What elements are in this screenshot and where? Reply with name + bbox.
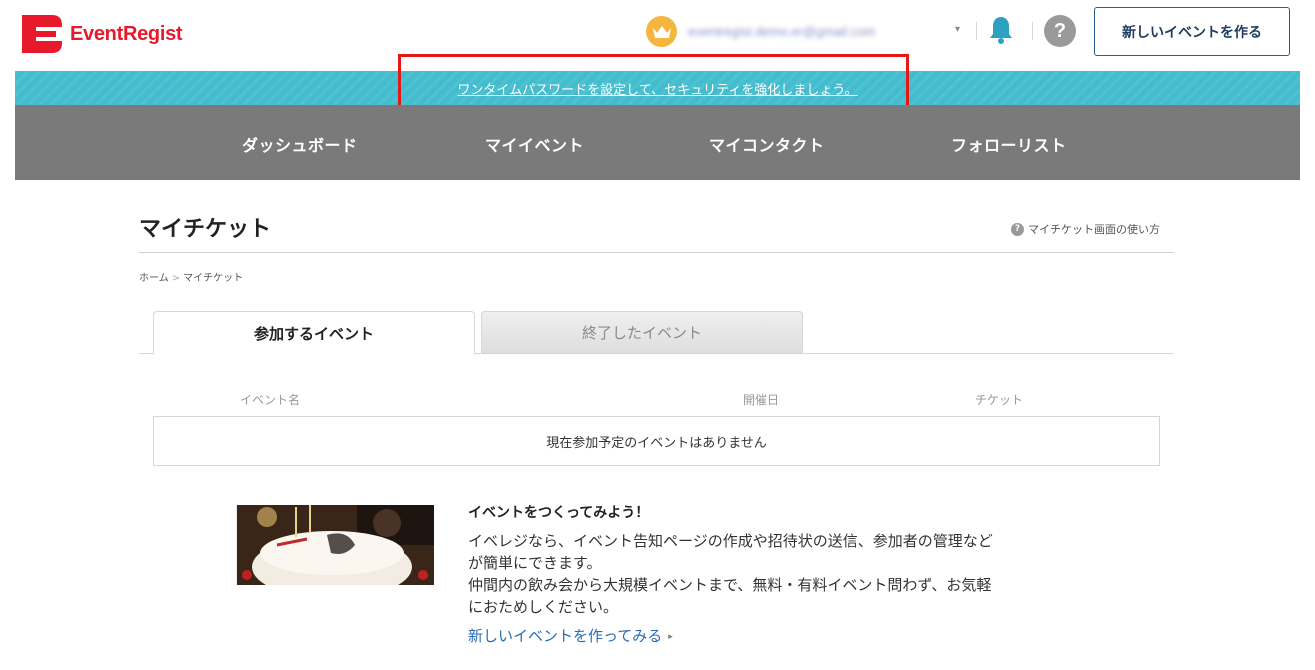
breadcrumb-separator: >	[171, 273, 181, 284]
breadcrumb-home[interactable]: ホーム	[139, 273, 169, 284]
otp-setup-link[interactable]: ワンタイムパスワードを設定して、セキュリティを強化しましょう。	[457, 79, 857, 98]
new-event-button[interactable]: 新しいイベントを作る	[1094, 7, 1290, 56]
account-email[interactable]: eventregist.demo.er@gmail.com	[688, 24, 875, 39]
eventregist-logo-icon	[22, 15, 62, 53]
column-header-date: 開催日	[743, 393, 780, 407]
header: EventRegist eventregist.demo.er@gmail.co…	[0, 0, 1315, 70]
empty-events-message-box: 現在参加予定のイベントはありません	[153, 416, 1160, 466]
bell-icon[interactable]	[988, 15, 1014, 45]
page-title: マイチケット	[139, 217, 272, 242]
create-event-link-label: 新しいイベントを作ってみる	[468, 627, 663, 645]
arrow-right-icon: ▸	[668, 632, 673, 642]
nav-item-follow-list[interactable]: フォローリスト	[951, 132, 1067, 156]
page-help-link[interactable]: ? マイチケット画面の使い方	[1011, 221, 1160, 237]
page-help-link-label: マイチケット画面の使い方	[1028, 223, 1160, 236]
help-icon[interactable]: ?	[1044, 15, 1076, 47]
tab-past-events[interactable]: 終了したイベント	[481, 311, 803, 354]
breadcrumb: ホーム > マイチケット	[139, 269, 243, 284]
column-header-event-name: イベント名	[240, 393, 301, 407]
promo-text-line: が簡単にできます。	[468, 554, 602, 572]
nav-item-dashboard[interactable]: ダッシュボード	[242, 132, 358, 156]
main-nav: ダッシュボード マイイベント マイコンタクト フォローリスト	[15, 105, 1300, 180]
breadcrumb-current: マイチケット	[183, 273, 244, 284]
account-dropdown-caret-icon[interactable]: ▾	[955, 24, 960, 35]
nav-item-my-events[interactable]: マイイベント	[485, 132, 584, 156]
event-cake-photo	[236, 505, 434, 585]
header-divider	[976, 22, 977, 40]
tab-upcoming-events[interactable]: 参加するイベント	[153, 311, 475, 355]
promo-text-line: イベレジなら、イベント告知ページの作成や招待状の送信、参加者の管理など	[468, 532, 993, 550]
promo-title: イベントをつくってみよう！	[468, 505, 650, 521]
security-notice-bar: ワンタイムパスワードを設定して、セキュリティを強化しましょう。	[15, 71, 1300, 105]
promo-description: イベレジなら、イベント告知ページの作成や招待状の送信、参加者の管理など が簡単に…	[468, 530, 1088, 618]
header-divider	[1032, 22, 1033, 40]
nav-item-my-contacts[interactable]: マイコンタクト	[709, 132, 825, 156]
promo-text-line: 仲間内の飲み会から大規模イベントまで、無料・有料イベント問わず、お気軽	[468, 576, 992, 594]
logo[interactable]: EventRegist	[22, 15, 183, 53]
column-header-ticket: チケット	[975, 393, 1024, 407]
crown-icon[interactable]	[646, 16, 677, 47]
create-event-link[interactable]: 新しいイベントを作ってみる ▸	[468, 625, 673, 646]
question-icon: ?	[1011, 222, 1024, 236]
promo-text-line: におためしください。	[468, 598, 619, 616]
empty-events-message: 現在参加予定のイベントはありません	[546, 435, 767, 451]
logo-text: EventRegist	[70, 22, 183, 45]
title-divider	[139, 252, 1174, 253]
